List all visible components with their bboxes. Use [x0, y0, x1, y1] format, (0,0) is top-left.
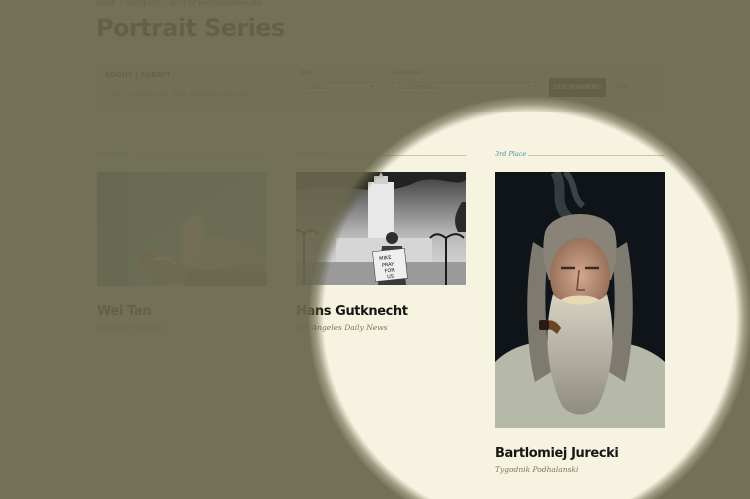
breadcrumb-current-link[interactable]: BEST OF PHOTOJOURNALISM	[170, 1, 262, 7]
year-select[interactable]: All Years ▾	[298, 82, 377, 93]
filter-bar-links: ABOUT | SUBMIT	[105, 72, 171, 79]
see-winners-button[interactable]: SEE WINNERS	[549, 78, 606, 97]
breadcrumb: HOME / CONTESTS / BEST OF PHOTOJOURNALISM	[97, 1, 262, 7]
winner-photo-2[interactable]: MIKE PRAY FOR US	[296, 172, 466, 285]
sign-line-1: MIKE	[379, 255, 392, 262]
submit-link[interactable]: SUBMIT	[141, 72, 171, 79]
photo-reclining-figure	[97, 172, 267, 286]
winner-organization: Los Angeles Daily News	[296, 323, 388, 332]
page-title: Portrait Series	[96, 14, 285, 42]
breadcrumb-separator: /	[163, 1, 166, 7]
place-label: 2nd Place	[296, 150, 466, 160]
breadcrumb-contests-link[interactable]: CONTESTS	[126, 1, 160, 7]
year-select-value: All Years	[302, 84, 328, 91]
place-text: 2nd Place	[296, 150, 329, 158]
winner-card-3: 3rd Place Bartlomiej Jurecki Tygodnik Po…	[495, 150, 665, 474]
link-divider: |	[135, 72, 138, 79]
category-select-value: All Categories	[396, 84, 437, 91]
winner-organization: SONZON PHOTO	[97, 324, 165, 333]
divider	[528, 155, 665, 156]
category-label: Categories	[393, 70, 423, 76]
divider	[329, 155, 466, 156]
chevron-down-icon: ▾	[527, 84, 531, 90]
photo-city-hall-protester: MIKE PRAY FOR US	[296, 172, 466, 285]
winner-photo-1[interactable]	[97, 172, 267, 286]
filter-bar: ABOUT | SUBMIT Use the filters to find w…	[97, 62, 665, 112]
winner-photo-3[interactable]	[495, 172, 665, 428]
place-label: 1st Place	[97, 150, 267, 160]
breadcrumb-separator: /	[119, 1, 122, 7]
place-text: 1st Place	[97, 150, 127, 158]
winner-name[interactable]: Bartlomiej Jurecki	[495, 446, 619, 461]
about-link[interactable]: ABOUT	[105, 72, 133, 79]
divider	[131, 155, 267, 156]
photo-bearded-man	[495, 172, 665, 428]
winner-card-2: 2nd Place MIKE PRAY FOR US Hans Gutknech…	[296, 150, 466, 332]
category-select[interactable]: All Categories ▾	[392, 82, 535, 93]
winner-name[interactable]: Hans Gutknecht	[296, 304, 408, 319]
winner-organization: Tygodnik Podhalanski	[495, 465, 579, 474]
place-label: 3rd Place	[495, 150, 665, 160]
filter-hint: Use the filters to find winning entries …	[105, 89, 257, 98]
sign-line-4: US	[387, 274, 394, 281]
breadcrumb-home-link[interactable]: HOME	[97, 1, 116, 7]
chevron-down-icon: ▾	[369, 84, 373, 90]
place-text: 3rd Place	[495, 150, 527, 158]
page: HOME / CONTESTS / BEST OF PHOTOJOURNALISM Po…	[0, 0, 750, 499]
winner-name[interactable]: Wei Tan	[97, 304, 152, 319]
winner-card-1: 1st Place Wei Tan SONZON PHOTO	[97, 150, 267, 333]
reset-link[interactable]: Reset	[614, 84, 628, 90]
year-label: Year	[299, 70, 312, 76]
